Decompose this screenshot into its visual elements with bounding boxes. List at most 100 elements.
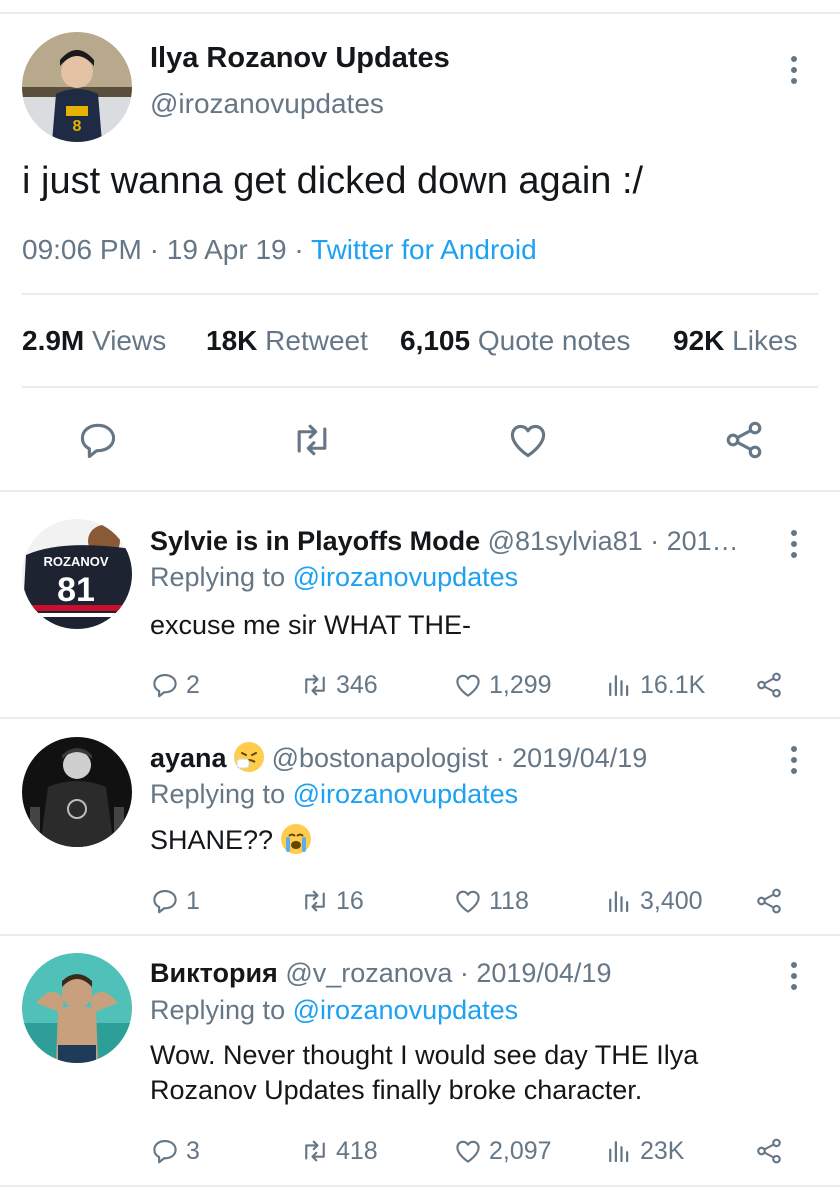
display-name[interactable]: Ilya Rozanov Updates (150, 42, 450, 75)
replying-prefix: Replying to (150, 995, 286, 1025)
like-icon (510, 424, 546, 458)
likes-label: Likes (732, 325, 798, 356)
views-icon (609, 675, 629, 697)
like-count: 2,097 (489, 1136, 552, 1165)
retweet-icon (305, 890, 325, 912)
reply-text: Wow. Never thought I would see day THE I… (150, 1040, 699, 1105)
handle-date[interactable]: @bostonapologist · 2019/04/19 (272, 743, 648, 773)
share-icon (757, 888, 781, 914)
views-stat[interactable]: 2.9M Views (22, 325, 166, 357)
retweet-icon (305, 674, 325, 696)
reply-text-line: SHANE?? (150, 823, 790, 858)
more-icon[interactable] (789, 56, 799, 84)
svg-text:8: 8 (73, 118, 82, 135)
handle-date[interactable]: @81sylvia81 · 201… (488, 526, 739, 556)
replying-to-link[interactable]: @irozanovupdates (293, 995, 519, 1025)
handle-date[interactable]: @v_rozanova · 2019/04/19 (285, 958, 611, 988)
like-button[interactable]: 2,097 (453, 1136, 552, 1166)
retweet-icon (297, 424, 327, 456)
likes-count: 92K (673, 325, 725, 356)
more-icon[interactable] (789, 962, 799, 990)
more-icon[interactable] (789, 746, 799, 774)
reply-count: 3 (186, 1136, 200, 1165)
reply-icon (80, 423, 116, 459)
reply-button[interactable]: 2 (150, 670, 200, 700)
share-icon (726, 421, 762, 459)
meta-separator: · (149, 234, 167, 265)
reply-icon (153, 673, 177, 698)
display-name[interactable]: Виктория (150, 958, 278, 988)
retweet-icon (305, 1140, 325, 1162)
divider (0, 490, 840, 492)
more-icon[interactable] (789, 530, 799, 558)
avatar-jersey-number: 81 (57, 571, 95, 609)
sneezing-face-icon (234, 742, 265, 772)
views-button[interactable]: 16.1K (604, 670, 705, 700)
replying-to-link[interactable]: @irozanovupdates (293, 779, 519, 809)
retweet-button[interactable]: 418 (300, 1136, 378, 1166)
like-button[interactable]: 118 (453, 886, 529, 916)
tweet-text: i just wanna get dicked down again :/ (22, 160, 644, 202)
reply-text: excuse me sir WHAT THE- (150, 610, 472, 640)
replying-prefix: Replying to (150, 779, 286, 809)
reply-count: 1 (186, 886, 200, 915)
share-button[interactable] (722, 418, 766, 462)
divider (22, 293, 818, 295)
quote-label: Quote notes (477, 325, 631, 356)
display-name[interactable]: ayana (150, 743, 227, 773)
tweet-date: 19 Apr 19 (166, 234, 287, 265)
divider (22, 386, 818, 388)
top-divider (0, 0, 840, 14)
reply-button[interactable] (76, 418, 120, 462)
tweet-meta: 09:06 PM · 19 Apr 19 · Twitter for Andro… (22, 234, 537, 266)
divider (0, 1185, 840, 1187)
user-handle[interactable]: @irozanovupdates (150, 88, 384, 120)
retweet-stat[interactable]: 18K Retweet (206, 325, 368, 357)
like-icon (456, 674, 480, 697)
avatar[interactable]: 8 (22, 32, 132, 142)
likes-stat[interactable]: 92K Likes (673, 325, 798, 357)
reply-button[interactable]: 3 (150, 1136, 200, 1166)
replying-to-link[interactable]: @irozanovupdates (293, 562, 519, 592)
reply-header: Виктория @v_rozanova · 2019/04/19 (150, 958, 770, 989)
tweet-time: 09:06 PM (22, 234, 142, 265)
retweet-count: 346 (336, 670, 378, 699)
retweet-button[interactable] (290, 418, 334, 462)
views-button[interactable]: 3,400 (604, 886, 703, 916)
reply-header: Sylvie is in Playoffs Mode @81sylvia81 ·… (150, 526, 770, 557)
avatar-jersey-name: ROZANOV (44, 554, 109, 569)
avatar[interactable]: ROZANOV 81 (22, 519, 132, 629)
like-count: 118 (489, 886, 529, 915)
quote-stat[interactable]: 6,105 Quote notes (400, 325, 630, 357)
replying-to: Replying to @irozanovupdates (150, 779, 518, 810)
share-button[interactable] (754, 886, 784, 916)
like-button[interactable] (506, 418, 550, 462)
crying-face-icon (280, 824, 311, 854)
retweet-count: 418 (336, 1136, 378, 1165)
views-count: 2.9M (22, 325, 85, 356)
reply-count: 2 (186, 670, 200, 699)
reply-header: ayana @bostonapologist · 2019/04/19 (150, 742, 770, 774)
replying-prefix: Replying to (150, 562, 286, 592)
share-icon (757, 1138, 781, 1164)
share-button[interactable] (754, 670, 784, 700)
retweet-count: 18K (206, 325, 258, 356)
views-count: 3,400 (640, 886, 703, 915)
like-button[interactable]: 1,299 (453, 670, 552, 700)
share-icon (757, 672, 781, 698)
divider (0, 934, 840, 936)
meta-separator: · (294, 234, 312, 265)
reply-button[interactable]: 1 (150, 886, 200, 916)
share-button[interactable] (754, 1136, 784, 1166)
views-icon (609, 1141, 629, 1163)
display-name[interactable]: Sylvie is in Playoffs Mode (150, 526, 480, 556)
retweet-count: 16 (336, 886, 364, 915)
avatar[interactable] (22, 953, 132, 1063)
reply-text: SHANE?? (150, 825, 274, 855)
avatar[interactable] (22, 737, 132, 847)
retweet-button[interactable]: 16 (300, 886, 364, 916)
retweet-button[interactable]: 346 (300, 670, 378, 700)
like-icon (456, 1140, 480, 1163)
tweet-source-link[interactable]: Twitter for Android (311, 234, 537, 265)
views-button[interactable]: 23K (604, 1136, 684, 1166)
